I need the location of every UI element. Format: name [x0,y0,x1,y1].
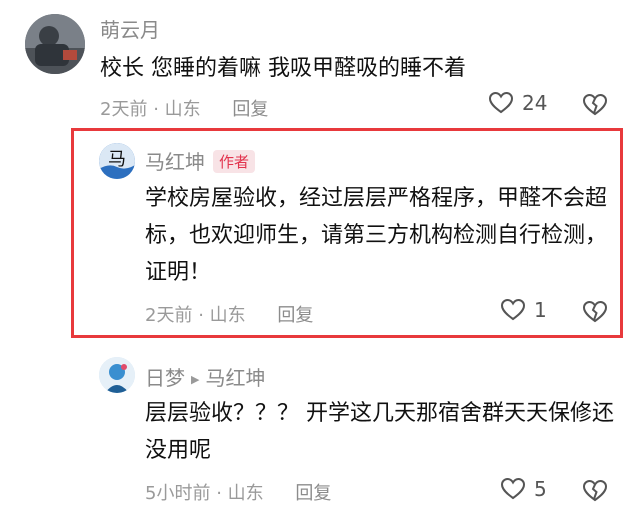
broken-heart-icon [582,93,608,116]
like-count: 24 [522,91,548,115]
heart-outline-icon [500,477,526,500]
like-button[interactable]: 5 [500,477,547,501]
comment-time: 2天前 [100,99,148,120]
comment-meta: 5小时前 · 山东 回复 [145,479,331,505]
dislike-button[interactable] [582,93,608,121]
comment-time: 5小时前 [145,483,211,504]
avatar-image [99,357,135,393]
avatar-image: 马 [99,143,135,179]
reply-arrow-icon: ▶ [191,373,200,386]
comment-text: 层层验收？？？ 开学这几天那宿舍群天天保修还没用呢 [145,401,614,463]
reply-to-username[interactable]: 马红坤 [205,366,265,390]
meta-separator: · [153,99,159,120]
comment-username[interactable]: 萌云月 [100,14,160,43]
comment-time: 2天前 [145,305,193,326]
heart-outline-icon [488,91,514,114]
reply-button[interactable]: 回复 [232,99,268,120]
like-count: 1 [534,298,547,322]
comment-location: 山东 [227,483,264,504]
meta-separator: · [198,305,204,326]
comment-location: 山东 [209,305,246,326]
avatar-image [25,14,85,74]
like-button[interactable]: 1 [500,298,547,322]
author-name: 马红坤 [145,150,205,174]
like-count: 5 [534,477,547,501]
avatar-comment-1[interactable] [25,14,85,74]
meta-separator: · [216,483,222,504]
avatar-author[interactable]: 马 [99,143,135,179]
comment-meta: 2天前 · 山东 回复 [145,301,313,327]
comment-text: 学校房屋验收，经过层层严格程序，甲醛不会超标，也欢迎师生，请第三方机构检测自行检… [145,186,608,285]
reply-button[interactable]: 回复 [295,483,331,504]
broken-heart-icon [582,479,608,502]
like-button[interactable]: 24 [488,91,547,115]
author-badge: 作者 [213,150,256,173]
comment-meta: 2天前 · 山东 回复 [100,95,268,121]
comment-username[interactable]: 日梦 ▶ 马红坤 [145,362,265,391]
broken-heart-icon [582,300,608,323]
dislike-button[interactable] [582,479,608,507]
reply-username[interactable]: 日梦 [145,366,185,390]
avatar-comment-3[interactable] [99,357,135,393]
dislike-button[interactable] [582,300,608,328]
comment-location: 山东 [164,99,201,120]
heart-outline-icon [500,298,526,321]
comment-text: 校长 您睡的着嘛 我吸甲醛吸的睡不着 [100,56,466,81]
comment-username[interactable]: 马红坤 作者 [145,146,256,175]
reply-button[interactable]: 回复 [277,305,313,326]
svg-text:马: 马 [108,149,126,170]
